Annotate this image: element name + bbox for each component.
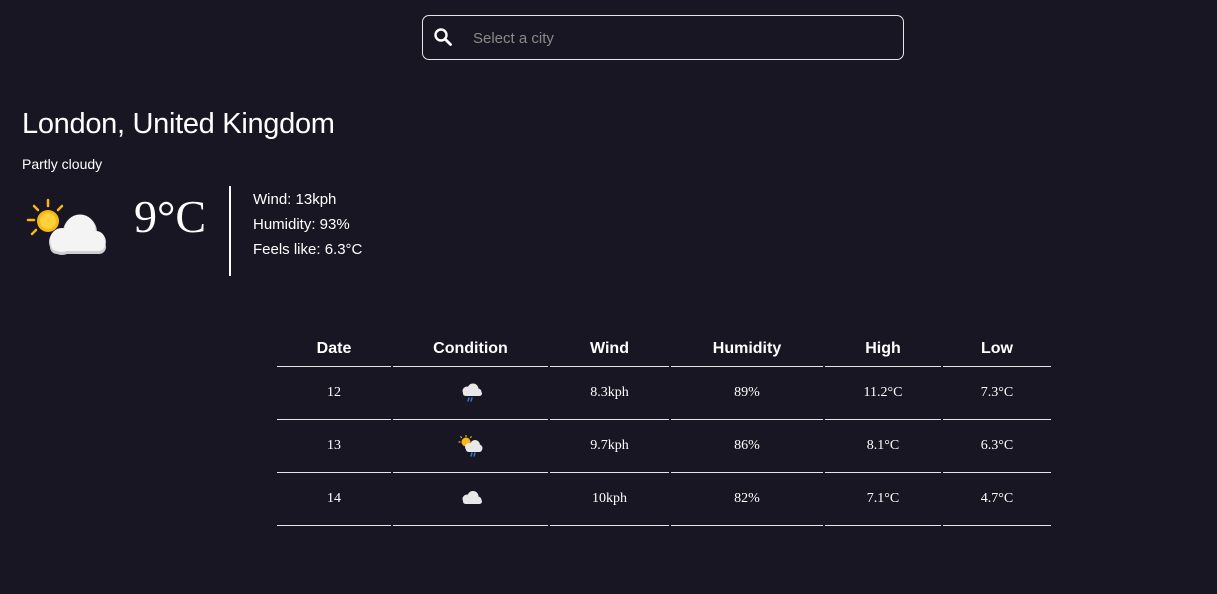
header-wind: Wind [550, 332, 669, 367]
row-condition [393, 473, 548, 526]
row-low: 7.3°C [943, 367, 1051, 420]
row-humidity: 82% [671, 473, 823, 526]
row-date: 13 [277, 420, 391, 473]
row-wind: 9.7kph [550, 420, 669, 473]
current-condition: Partly cloudy [22, 156, 103, 172]
row-condition [393, 420, 548, 473]
header-high: High [825, 332, 941, 367]
partly-cloudy-icon [26, 198, 106, 255]
header-date: Date [277, 332, 391, 367]
header-low: Low [943, 332, 1051, 367]
row-humidity: 86% [671, 420, 823, 473]
row-wind: 10kph [550, 473, 669, 526]
vertical-divider [229, 186, 231, 276]
row-date: 14 [277, 473, 391, 526]
search-icon [434, 28, 452, 46]
row-high: 11.2°C [825, 367, 941, 420]
cloud-icon [462, 491, 482, 504]
header-humidity: Humidity [671, 332, 823, 367]
forecast-table: Date Condition Wind Humidity High Low 12 [275, 332, 1053, 526]
rain-cloud-icon [462, 383, 482, 402]
table-row: 13 9.7kph 86% 8.1°C 6.3°C [277, 420, 1051, 473]
humidity-value: Humidity: 93% [253, 216, 350, 233]
row-low: 4.7°C [943, 473, 1051, 526]
header-condition: Condition [393, 332, 548, 367]
feels-like-value: Feels like: 6.3°C [253, 241, 363, 258]
location-title: London, United Kingdom [22, 108, 335, 140]
table-row: 14 10kph 82% 7.1°C 4.7°C [277, 473, 1051, 526]
row-low: 6.3°C [943, 420, 1051, 473]
current-temperature: 9°C [134, 191, 207, 242]
row-high: 8.1°C [825, 420, 941, 473]
row-condition [393, 367, 548, 420]
row-wind: 8.3kph [550, 367, 669, 420]
wind-value: Wind: 13kph [253, 191, 337, 208]
forecast-header-row: Date Condition Wind Humidity High Low [277, 332, 1051, 367]
row-humidity: 89% [671, 367, 823, 420]
row-date: 12 [277, 367, 391, 420]
row-high: 7.1°C [825, 473, 941, 526]
sun-rain-cloud-icon [457, 435, 482, 457]
city-search-box[interactable] [422, 15, 904, 60]
current-details: Wind: 13kph Humidity: 93% Feels like: 6.… [253, 187, 362, 262]
table-row: 12 8.3kph 89% 11.2°C 7.3°C [277, 367, 1051, 420]
city-search-input[interactable] [473, 24, 893, 52]
